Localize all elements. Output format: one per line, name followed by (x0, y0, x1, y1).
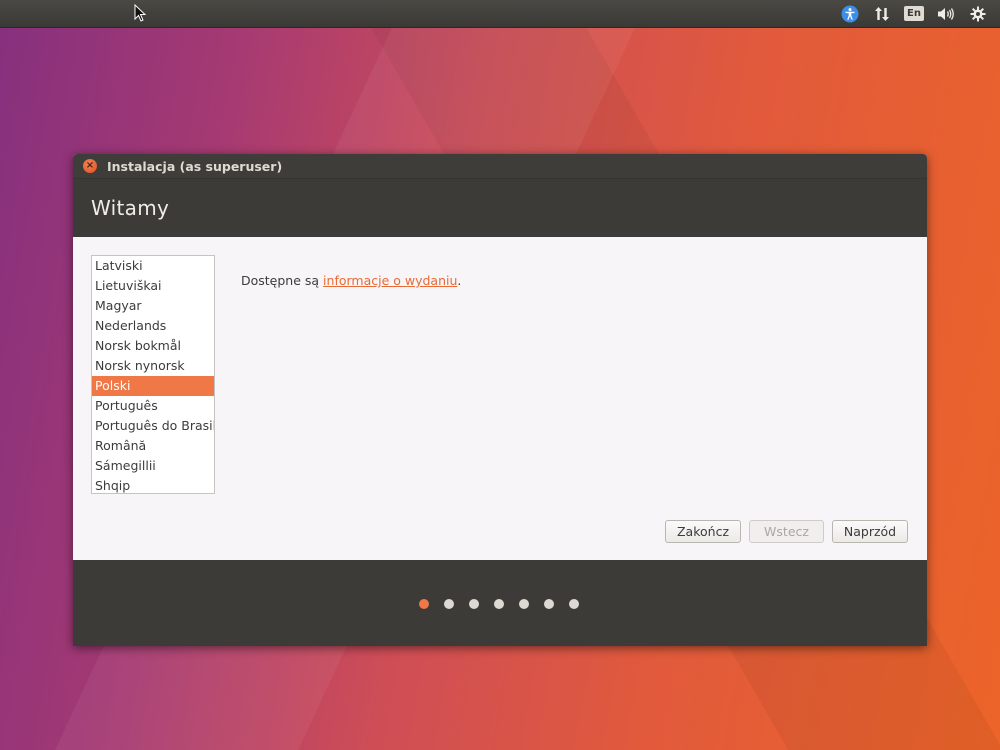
language-list-item[interactable]: Magyar (92, 296, 214, 316)
volume-icon (938, 7, 954, 20)
progress-dot-current (419, 599, 429, 609)
volume-indicator[interactable] (930, 0, 962, 27)
back-button[interactable]: Wstecz (749, 520, 824, 543)
release-notes-link[interactable]: informacje o wydaniu (323, 273, 457, 288)
progress-dot (569, 599, 579, 609)
release-notes-prefix: Dostępne są (241, 273, 324, 288)
forward-button[interactable]: Naprzód (832, 520, 908, 543)
close-icon: × (85, 160, 95, 171)
release-notes-suffix: . (457, 273, 462, 288)
progress-dot (494, 599, 504, 609)
welcome-content: Latviski Lietuviškai Magyar Nederlands Norsk… (73, 237, 927, 560)
keyboard-layout-label: En (904, 6, 924, 21)
page-title: Witamy (91, 196, 170, 220)
language-list[interactable]: Latviski Lietuviškai Magyar Nederlands Norsk… (91, 255, 215, 494)
installer-window: × Instalacja (as superuser) Witamy Latvi… (73, 154, 927, 646)
header-band: Witamy (73, 179, 927, 237)
close-window-button[interactable]: × (83, 159, 97, 173)
progress-dot (469, 599, 479, 609)
accessibility-icon (841, 5, 859, 22)
language-list-item[interactable]: Português (92, 396, 214, 416)
release-notes-text: Dostępne są informacje o wydaniu. (241, 273, 461, 288)
language-list-item[interactable]: Lietuviškai (92, 276, 214, 296)
network-indicator[interactable] (866, 0, 898, 27)
language-list-item[interactable]: Norsk bokmål (92, 336, 214, 356)
indicator-area: En (834, 0, 994, 27)
window-title: Instalacja (as superuser) (107, 158, 283, 174)
language-list-item[interactable]: Sámegillii (92, 456, 214, 476)
language-list-item[interactable]: Latviski (92, 256, 214, 276)
progress-dots (419, 599, 579, 609)
progress-dot (544, 599, 554, 609)
language-list-item[interactable]: Română (92, 436, 214, 456)
progress-dot (444, 599, 454, 609)
language-list-item[interactable]: Português do Brasil (92, 416, 214, 436)
progress-dot (519, 599, 529, 609)
progress-footer (73, 560, 927, 646)
language-list-item[interactable]: Norsk nynorsk (92, 356, 214, 376)
language-list-item[interactable]: Shqip (92, 476, 214, 493)
language-list-item[interactable]: Polski (92, 376, 214, 396)
quit-button[interactable]: Zakończ (665, 520, 741, 543)
language-list-item[interactable]: Nederlands (92, 316, 214, 336)
system-menu-indicator[interactable] (962, 0, 994, 27)
window-titlebar[interactable]: × Instalacja (as superuser) (73, 154, 927, 179)
keyboard-layout-indicator[interactable]: En (898, 0, 930, 27)
gear-icon (970, 6, 986, 21)
network-icon (875, 6, 889, 21)
top-panel: En (0, 0, 1000, 28)
mouse-cursor-icon (134, 4, 147, 22)
accessibility-indicator[interactable] (834, 0, 866, 27)
